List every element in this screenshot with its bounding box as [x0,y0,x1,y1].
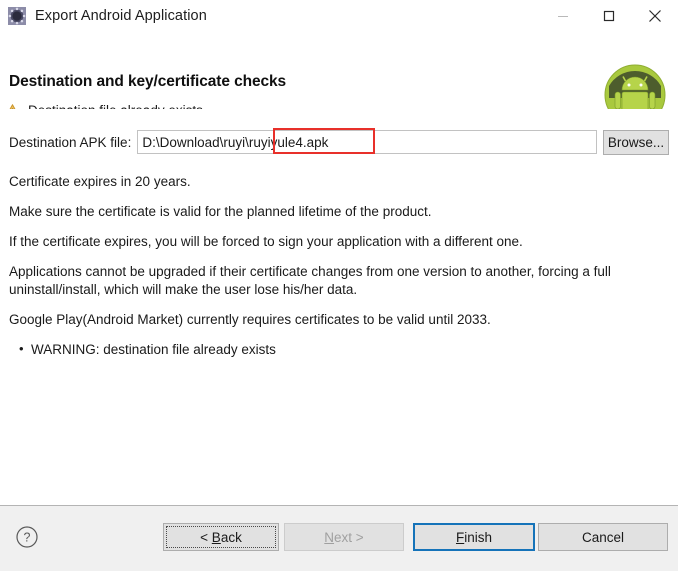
help-question-icon[interactable]: ? [15,525,39,549]
paragraph-0: Certificate expires in 20 years. [9,174,191,189]
paragraph-4: Google Play(Android Market) currently re… [9,312,491,327]
maximize-button[interactable] [586,0,632,31]
destination-apk-row: Destination APK file: Browse... [9,129,669,155]
wizard-body: Destination APK file: Browse... Certific… [0,109,678,505]
destination-apk-label: Destination APK file: [9,134,132,150]
wizard-header: Destination and key/certificate checks D… [0,31,678,140]
svg-text:?: ? [24,531,31,545]
paragraph-1: Make sure the certificate is valid for t… [9,204,432,219]
finish-button-label: Finish [455,529,492,545]
back-button[interactable]: < Back [163,523,279,551]
certificate-info-text: Certificate expires in 20 years. Make su… [9,173,659,359]
list-item: WARNING: destination file already exists [19,340,659,359]
warning-bullet-list: WARNING: destination file already exists [9,340,659,359]
paragraph-2: If the certificate expires, you will be … [9,234,523,249]
window-controls [540,0,678,31]
title-bar: Export Android Application [0,0,678,31]
close-button[interactable] [632,0,678,31]
maximize-icon [603,10,615,21]
finish-button[interactable]: Finish [413,523,535,551]
close-icon [649,9,661,22]
page-title: Destination and key/certificate checks [9,73,287,90]
cancel-button[interactable]: Cancel [538,523,668,551]
back-button-label: < Back [200,529,242,545]
paragraph-3: Applications cannot be upgraded if their… [9,264,611,297]
minimize-button[interactable] [540,0,586,31]
next-button[interactable]: Next > [284,523,404,551]
eclipse-wizard-icon [8,6,26,25]
next-button-label: Next > [324,529,364,545]
minimize-icon [558,15,568,17]
window-title: Export Android Application [35,7,207,24]
browse-button[interactable]: Browse... [603,129,669,155]
destination-apk-input[interactable] [137,130,597,154]
cancel-button-label: Cancel [581,529,625,545]
